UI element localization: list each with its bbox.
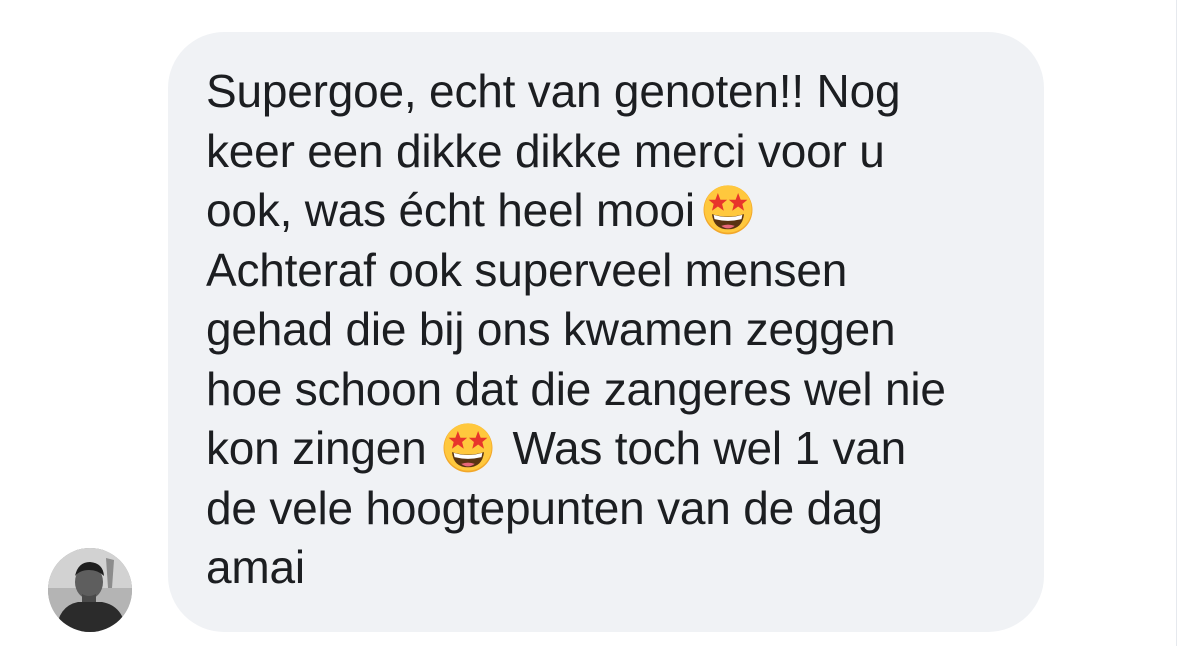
message-line-7-text: kon zingen — [206, 422, 427, 474]
avatar[interactable] — [48, 548, 132, 632]
message-line-7-tail: Was toch wel 1 van — [512, 422, 907, 474]
message-line-9: amai — [206, 541, 305, 593]
message-line-7: kon zingen Was toch wel 1 van — [206, 419, 1014, 479]
star-struck-emoji-icon — [441, 420, 495, 474]
message-line-1: Supergoe, echt van genoten!! Nog — [206, 65, 901, 117]
message-line-5: gehad die bij ons kwamen zeggen — [206, 303, 896, 355]
message-line-2: keer een dikke dikke merci voor u — [206, 124, 885, 177]
message-bubble[interactable]: Supergoe, echt van genoten!! Nog keer ee… — [168, 32, 1044, 632]
message-line-4: Achteraf ook superveel mensen — [206, 243, 848, 296]
message-line-3-text: ook, was écht heel mooi — [206, 184, 695, 236]
star-struck-emoji-icon — [701, 182, 755, 236]
message-line-6: hoe schoon dat die zangeres wel nie — [206, 362, 946, 415]
message-line-3: ook, was écht heel mooi — [206, 181, 1014, 241]
window-edge-divider — [1176, 0, 1177, 646]
message-line-8: de vele hoogtepunten van de dag — [206, 481, 883, 534]
avatar-photo — [48, 548, 132, 632]
